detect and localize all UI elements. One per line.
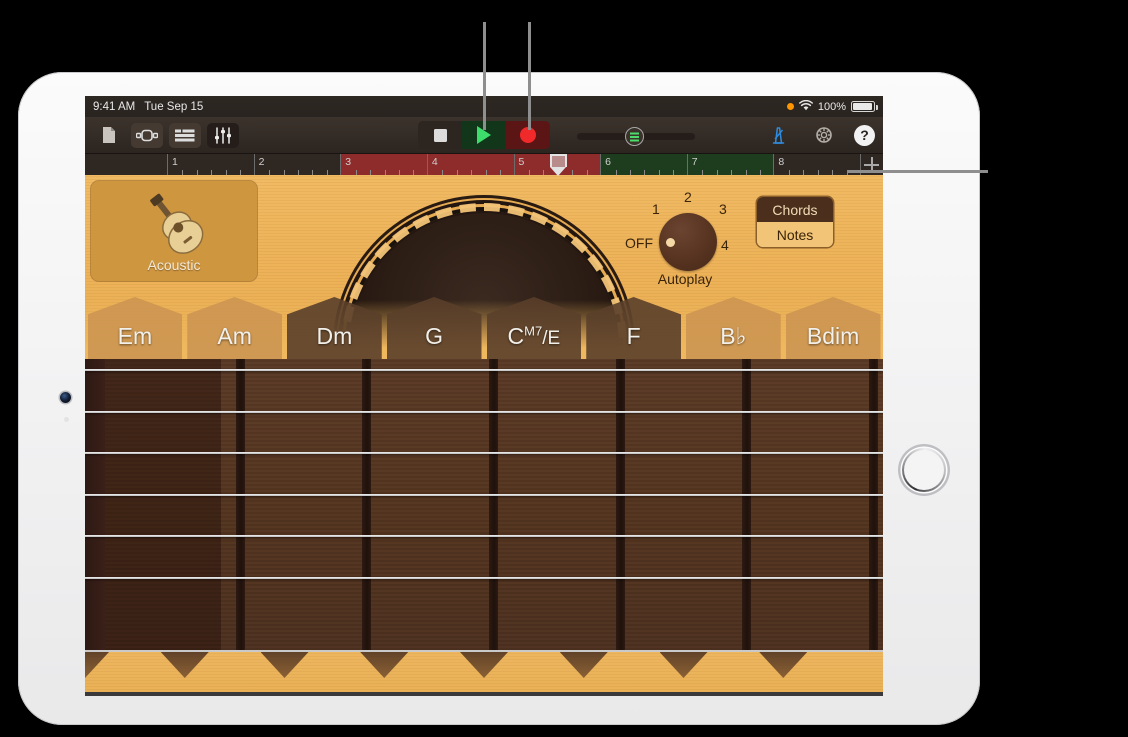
chords-mode-button[interactable]: Chords: [757, 197, 833, 222]
ipad-device: 9:41 AM Tue Sep 15 100%: [18, 72, 980, 725]
instrument-name-label: Acoustic: [148, 257, 201, 273]
guitar-string-4[interactable]: [85, 494, 883, 496]
chord-strip-label: CM7/E: [508, 323, 561, 359]
chord-strip-CM7/E[interactable]: CM7/E: [487, 297, 582, 359]
acoustic-guitar-icon: [131, 189, 217, 255]
ruler-bar-label: 6: [605, 156, 611, 168]
front-camera-icon: [60, 392, 71, 403]
chord-strip-G[interactable]: G: [387, 297, 482, 359]
chord-strip-Am[interactable]: Am: [187, 297, 282, 359]
wifi-icon: [799, 100, 813, 114]
fret-3: [489, 359, 498, 650]
chord-strip-Bb[interactable]: B♭: [686, 297, 781, 359]
guitar-nut: [85, 359, 105, 650]
ipad-screen: 9:41 AM Tue Sep 15 100%: [85, 96, 883, 696]
instrument-selector-tile[interactable]: Acoustic: [91, 181, 257, 281]
autoplay-control[interactable]: OFF 1 2 3 4 Autoplay: [631, 187, 739, 287]
fretboard[interactable]: [85, 359, 883, 650]
ruler-bar-4[interactable]: 4: [428, 154, 515, 175]
stop-square-icon: [434, 129, 447, 142]
metronome-button[interactable]: [762, 123, 794, 148]
chord-strips: Em Am Dm G CM7/E F B♭ Bdim: [85, 297, 883, 359]
chord-strip-label: Em: [118, 323, 153, 359]
guitar-string-2[interactable]: [85, 411, 883, 413]
chord-strip-label: Dm: [316, 323, 352, 359]
ruler-bar-6[interactable]: 6: [601, 154, 688, 175]
chord-strip-Em[interactable]: Em: [88, 297, 183, 359]
ruler-bar-label: 4: [432, 156, 438, 168]
playhead-marker[interactable]: [550, 154, 567, 175]
callout-line-record: [528, 22, 531, 130]
timeline-ruler[interactable]: 1 2 3 4 5 6 7 8: [85, 154, 883, 175]
ruler-leading-pad: [85, 154, 168, 175]
help-button[interactable]: ?: [854, 125, 875, 146]
guitar-instrument: Acoustic OFF 1 2 3 4 Autoplay Chords Not…: [85, 175, 883, 696]
ambient-sensor-icon: [64, 417, 69, 422]
status-time: 9:41 AM: [93, 101, 135, 113]
ruler-bar-1[interactable]: 1: [168, 154, 255, 175]
screenshot-root: 9:41 AM Tue Sep 15 100%: [0, 0, 1128, 737]
autoplay-label-3[interactable]: 3: [719, 201, 727, 217]
chord-chevrons: [85, 652, 883, 682]
navigation-button[interactable]: [131, 123, 163, 148]
chord-strip-label: Bdim: [807, 323, 859, 359]
guitar-string-5[interactable]: [85, 535, 883, 537]
chord-strip-label: B♭: [720, 323, 746, 359]
ruler-bar-7[interactable]: 7: [688, 154, 775, 175]
screen-bottom-bar: [85, 692, 883, 696]
chord-strip-F[interactable]: F: [586, 297, 681, 359]
battery-icon: [851, 101, 875, 112]
settings-button[interactable]: [808, 123, 840, 148]
ruler-bar-label: 1: [172, 156, 178, 168]
chord-strip-label: Am: [217, 323, 252, 359]
fret-1: [236, 359, 245, 650]
chord-chevron-Bdim: [783, 652, 883, 682]
ruler-bar-label: 3: [345, 156, 351, 168]
autoplay-label-off: OFF: [625, 235, 653, 251]
ruler-bar-label: 8: [778, 156, 784, 168]
guitar-bottom-wood: [85, 650, 883, 696]
guitar-string-6[interactable]: [85, 577, 883, 579]
chord-strip-label: F: [627, 323, 641, 359]
master-volume-knob[interactable]: [625, 127, 644, 146]
fret-6: [869, 359, 878, 650]
ruler-bar-label: 2: [259, 156, 265, 168]
chevron-down-icon: [85, 652, 109, 678]
ruler-bar-label: 7: [692, 156, 698, 168]
fretboard-shadow: [85, 359, 221, 650]
status-date: Tue Sep 15: [144, 101, 203, 113]
autoplay-label-1[interactable]: 1: [652, 201, 660, 217]
chords-notes-switch[interactable]: Chords Notes: [757, 197, 833, 247]
ruler-bar-2[interactable]: 2: [255, 154, 342, 175]
guitar-string-3[interactable]: [85, 452, 883, 454]
home-button-ring: [902, 448, 946, 492]
fret-2: [362, 359, 371, 650]
recording-indicator-icon: [787, 103, 794, 110]
callout-line-ruler: [848, 170, 988, 173]
autoplay-title: Autoplay: [631, 271, 739, 287]
autoplay-label-2[interactable]: 2: [684, 189, 692, 205]
battery-percent: 100%: [818, 101, 846, 113]
knob-indicator-icon: [666, 238, 675, 247]
chord-strip-label: G: [425, 323, 443, 359]
notes-mode-button[interactable]: Notes: [757, 222, 833, 247]
ruler-bar-label: 5: [519, 156, 525, 168]
autoplay-label-4[interactable]: 4: [721, 237, 729, 253]
guitar-string-1[interactable]: [85, 369, 883, 371]
mixer-button[interactable]: [207, 123, 239, 148]
autoplay-knob[interactable]: [659, 213, 717, 271]
callout-line-play: [483, 22, 486, 130]
fret-5: [742, 359, 751, 650]
chord-strip-Dm[interactable]: Dm: [287, 297, 382, 359]
my-songs-button[interactable]: [93, 123, 125, 148]
chord-strip-Bdim[interactable]: Bdim: [786, 297, 881, 359]
fret-4: [616, 359, 625, 650]
stop-button[interactable]: [418, 121, 462, 149]
track-view-button[interactable]: [169, 123, 201, 148]
ruler-bar-3[interactable]: 3: [341, 154, 428, 175]
